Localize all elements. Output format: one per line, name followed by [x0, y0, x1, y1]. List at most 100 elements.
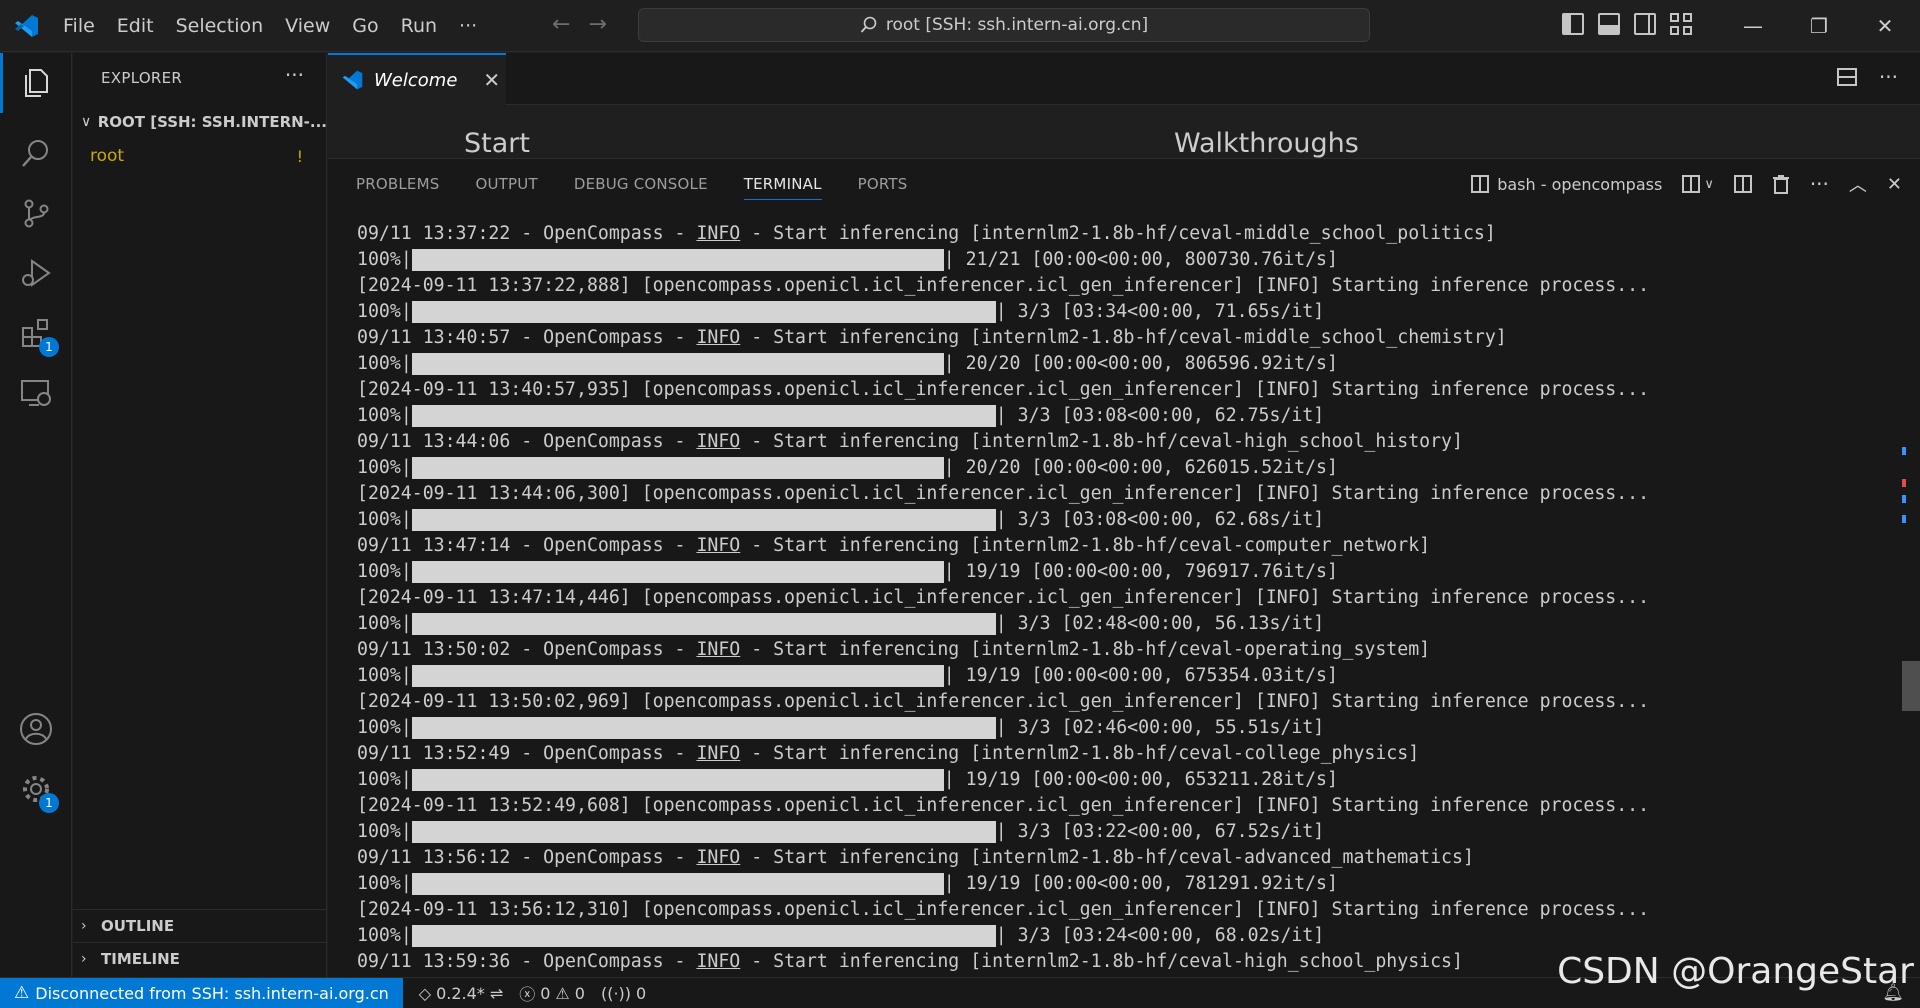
terminal-line: 100% | | 19/19 [00:00<00:00, 781291.92it/s…	[357, 871, 1857, 897]
split-terminal-icon	[1682, 175, 1701, 193]
vscode-logo-icon[interactable]	[12, 12, 40, 40]
progress-stats: | 3/3 [03:24<00:00, 68.02s/it]	[995, 925, 1325, 946]
menu-edit[interactable]: Edit	[106, 9, 165, 43]
progress-stats: | 21/21 [00:00<00:00, 800730.76it/s]	[943, 249, 1338, 270]
ports-indicator[interactable]: ((·)) 0	[601, 984, 646, 1003]
activity-explorer[interactable]	[0, 53, 72, 113]
activity-accounts[interactable]	[0, 699, 72, 759]
activity-remote-explorer[interactable]	[0, 363, 72, 423]
tab-ports[interactable]: PORTS	[858, 175, 908, 200]
activity-source-control[interactable]	[0, 183, 72, 243]
terminal-line: 100% | | 3/3 [02:46<00:00, 55.51s/it]	[357, 715, 1857, 741]
remote-indicator[interactable]: ⚠ Disconnected from SSH: ssh.intern-ai.o…	[0, 977, 403, 1008]
terminal-line: [2024-09-11 13:37:22,888] [opencompass.o…	[357, 273, 1857, 299]
chevron-down-icon: ∨	[81, 114, 92, 130]
scrollbar-thumb[interactable]	[1902, 661, 1920, 711]
outline-section[interactable]: › OUTLINE	[73, 909, 327, 941]
tab-terminal[interactable]: TERMINAL	[743, 175, 822, 200]
progress-bar	[411, 249, 944, 271]
menu-selection[interactable]: Selection	[165, 9, 275, 43]
menu-run[interactable]: Run	[390, 9, 448, 43]
more-actions-icon[interactable]: ···	[1810, 172, 1829, 196]
log-prefix: 09/11 13:50:02 - OpenCompass -	[357, 639, 697, 660]
folder-item-root[interactable]: root !	[73, 143, 327, 169]
tab-debug-console[interactable]: DEBUG CONSOLE	[574, 175, 708, 200]
menu-go[interactable]: Go	[341, 9, 389, 43]
log-prefix: 09/11 13:56:12 - OpenCompass -	[357, 847, 697, 868]
customize-layout-icon[interactable]	[1670, 13, 1692, 35]
progress-percent: 100%	[357, 457, 401, 478]
chevron-right-icon: ›	[81, 917, 87, 934]
close-tab-icon[interactable]: ✕	[483, 68, 500, 92]
progress-bar	[411, 769, 944, 791]
menu-more[interactable]: ···	[448, 9, 488, 43]
activity-manage[interactable]: 1	[0, 759, 72, 819]
minimize-icon[interactable]: —	[1720, 14, 1786, 38]
close-window-icon[interactable]: ✕	[1852, 14, 1918, 38]
progress-pipe: |	[400, 561, 412, 582]
progress-pipe: |	[400, 665, 412, 686]
progress-percent: 100%	[357, 405, 401, 426]
progress-pipe: |	[400, 717, 412, 738]
version-indicator[interactable]: ◇ 0.2.4* ⇌	[419, 984, 503, 1003]
forward-arrow-icon[interactable]: →	[588, 12, 606, 37]
tab-problems[interactable]: PROBLEMS	[356, 175, 439, 200]
error-count: 0	[540, 983, 551, 1003]
split-pane-icon[interactable]	[1733, 175, 1752, 193]
log-prefix: 09/11 13:40:57 - OpenCompass -	[357, 327, 697, 348]
problems-indicator[interactable]: ⓧ 0 ⚠ 0	[519, 981, 585, 1005]
terminal-output[interactable]: 09/11 13:37:22 - OpenCompass - INFO - St…	[357, 221, 1857, 975]
terminal-line: 09/11 13:47:14 - OpenCompass - INFO - St…	[357, 533, 1857, 559]
welcome-walkthroughs-heading: Walkthroughs	[1174, 128, 1359, 158]
close-panel-icon[interactable]: ✕	[1887, 174, 1902, 195]
activity-extensions[interactable]: 1	[0, 303, 72, 363]
progress-pipe: |	[400, 873, 412, 894]
timeline-section[interactable]: › TIMELINE	[73, 942, 327, 974]
activity-search[interactable]	[0, 123, 72, 183]
log-message: - Start inferencing [internlm2-1.8b-hf/c…	[740, 223, 1496, 244]
progress-bar	[411, 873, 944, 895]
log-message: - Start inferencing [internlm2-1.8b-hf/c…	[740, 743, 1420, 764]
activity-run-debug[interactable]	[0, 243, 72, 303]
terminal-line: 09/11 13:56:12 - OpenCompass - INFO - St…	[357, 845, 1857, 871]
progress-pipe: |	[400, 509, 412, 530]
outline-label: OUTLINE	[101, 916, 175, 935]
command-center[interactable]: root [SSH: ssh.intern-ai.org.cn]	[638, 8, 1370, 42]
menu-view[interactable]: View	[274, 9, 341, 43]
search-icon	[860, 16, 877, 33]
log-prefix: 09/11 13:47:14 - OpenCompass -	[357, 535, 697, 556]
toggle-panel-icon[interactable]	[1598, 13, 1620, 35]
log-level: INFO	[696, 847, 741, 868]
more-actions-icon[interactable]: ···	[1879, 65, 1898, 89]
terminal-scrollbar[interactable]	[1898, 223, 1920, 963]
restore-icon[interactable]: ❐	[1786, 14, 1852, 38]
tab-welcome[interactable]: Welcome ✕	[328, 53, 506, 105]
progress-percent: 100%	[357, 873, 401, 894]
sync-icon: ⇌	[489, 983, 504, 1003]
trash-icon[interactable]	[1772, 174, 1790, 194]
log-level: INFO	[696, 431, 741, 452]
back-arrow-icon[interactable]: ←	[552, 12, 570, 37]
split-editor-icon[interactable]	[1836, 68, 1857, 86]
menu-file[interactable]: File	[52, 9, 106, 43]
log-level: INFO	[696, 951, 741, 972]
new-terminal-dropdown[interactable]: ∨	[1682, 175, 1714, 193]
maximize-panel-icon[interactable]: ︿	[1849, 171, 1867, 197]
progress-pipe: |	[400, 769, 412, 790]
toggle-secondary-sidebar-icon[interactable]	[1634, 13, 1656, 35]
log-prefix: 09/11 13:59:36 - OpenCompass -	[357, 951, 697, 972]
tab-output[interactable]: OUTPUT	[475, 175, 537, 200]
terminal-selector[interactable]: bash - opencompass	[1471, 175, 1662, 194]
panel-actions: bash - opencompass ∨ ··· ︿ ✕	[1471, 171, 1902, 197]
toggle-primary-sidebar-icon[interactable]	[1562, 13, 1584, 35]
explorer-more-actions[interactable]: ···	[285, 63, 304, 87]
log-message: - Start inferencing [internlm2-1.8b-hf/c…	[740, 951, 1463, 972]
bottom-panel: PROBLEMS OUTPUT DEBUG CONSOLE TERMINAL P…	[328, 158, 1920, 977]
workspace-root-header[interactable]: ∨ ROOT [SSH: SSH.INTERN-...	[73, 109, 327, 135]
progress-percent: 100%	[357, 561, 401, 582]
chevron-right-icon: ›	[81, 950, 87, 967]
warning-icon: ⚠	[555, 983, 570, 1003]
tag-icon: ◇	[418, 983, 432, 1003]
progress-stats: | 3/3 [02:48<00:00, 56.13s/it]	[995, 613, 1325, 634]
terminal-line: 09/11 13:50:02 - OpenCompass - INFO - St…	[357, 637, 1857, 663]
